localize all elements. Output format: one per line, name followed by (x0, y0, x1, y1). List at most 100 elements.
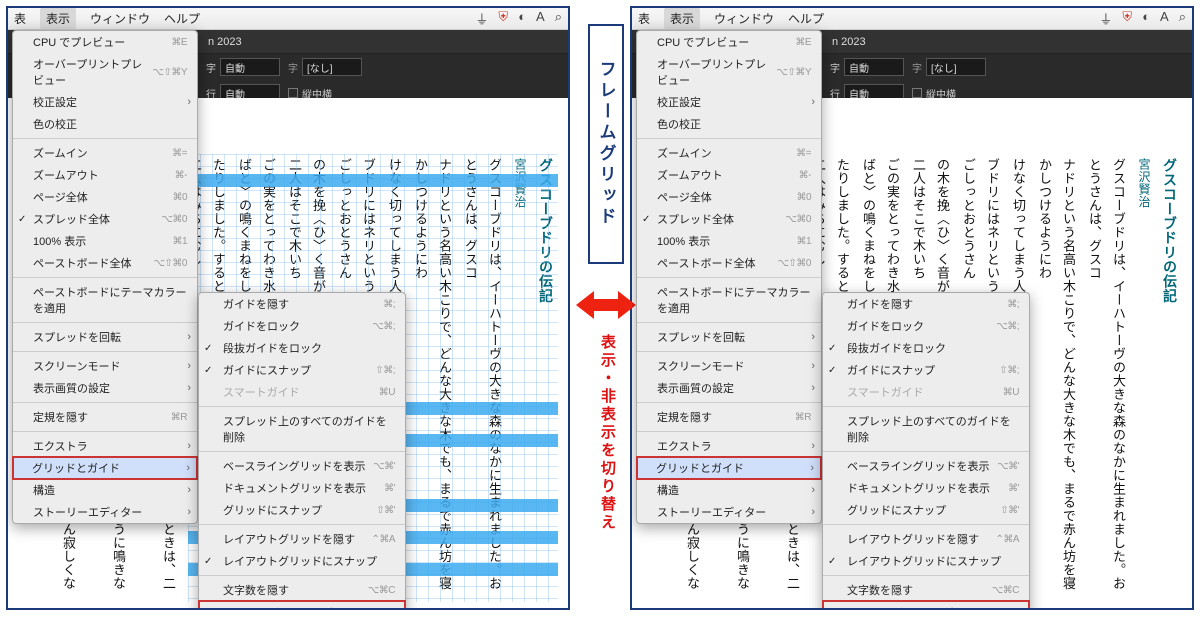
submenu-item[interactable]: ガイドをロック⌥⌘; (199, 315, 405, 337)
menu-item[interactable]: ペーストボード全体⌥⇧⌘0 (637, 252, 821, 274)
menu-item[interactable]: エクストラ› (13, 435, 197, 457)
menu-item[interactable]: ストーリーエディター› (13, 501, 197, 523)
menu-item[interactable]: 校正設定› (13, 91, 197, 113)
dropdown-auto[interactable] (844, 58, 904, 76)
menu-item[interactable]: グリッドとガイド› (12, 456, 198, 480)
menu-item[interactable]: ページ全体⌘0 (637, 186, 821, 208)
chevron-right-icon: › (811, 96, 815, 108)
wifi-icon: ⏚ (1099, 9, 1112, 28)
style-select[interactable] (926, 58, 986, 76)
menu-item[interactable]: 構造› (13, 479, 197, 501)
menu-item[interactable]: ページ全体⌘0 (13, 186, 197, 208)
menu-item[interactable]: グリッドとガイド› (636, 456, 822, 480)
submenu-item[interactable]: グリッドにスナップ⇧⌘' (199, 499, 405, 521)
submenu-item[interactable]: レイアウトグリッドにスナップ (199, 550, 405, 572)
menu-item[interactable]: 表示画質の設定› (637, 377, 821, 399)
menu-item[interactable]: 定規を隠す⌘R (637, 406, 821, 428)
chevron-right-icon: › (811, 440, 815, 452)
menu-item[interactable]: 100% 表示⌘1 (13, 230, 197, 252)
menu-item[interactable]: スプレッド全体⌥⌘0 (637, 208, 821, 230)
chevron-right-icon: › (187, 331, 191, 343)
menu-item[interactable]: ズームイン⌘= (13, 142, 197, 164)
submenu-item-framegrid-toggle[interactable]: フレームグリッドを隠す⇧⌘E (198, 600, 406, 610)
menu-item[interactable]: ストーリーエディター› (637, 501, 821, 523)
menu-item[interactable]: ウィンドウ (714, 10, 774, 27)
submenu-item[interactable]: ガイドを隠す⌘; (199, 293, 405, 315)
submenu-item[interactable]: ガイドにスナップ⇧⌘; (823, 359, 1029, 381)
menu-item[interactable]: 校正設定› (637, 91, 821, 113)
submenu-item[interactable]: レイアウトグリッドを隠す⌃⌘A (823, 528, 1029, 550)
menu-item[interactable]: ペーストボードにテーマカラーを適用 (637, 281, 821, 319)
menu-item[interactable]: 定規を隠す⌘R (13, 406, 197, 428)
menu-item[interactable]: スプレッド全体⌥⌘0 (13, 208, 197, 230)
search-icon: ⌕ (1179, 9, 1186, 28)
menu-item[interactable]: ペーストボード全体⌥⇧⌘0 (13, 252, 197, 274)
menu-item[interactable]: 色の校正 (13, 113, 197, 135)
menu-item[interactable]: スクリーンモード› (13, 355, 197, 377)
menu-item[interactable]: 100% 表示⌘1 (637, 230, 821, 252)
menu-item[interactable]: オーバープリントプレビュー⌥⇧⌘Y (637, 53, 821, 91)
submenu-item[interactable]: レイアウトグリッドにスナップ (823, 550, 1029, 572)
submenu-item[interactable]: レイアウトグリッドを隠す⌃⌘A (199, 528, 405, 550)
menu-item[interactable]: ペーストボードにテーマカラーを適用 (13, 281, 197, 319)
submenu-item[interactable]: ガイドをロック⌥⌘; (823, 315, 1029, 337)
menu-item[interactable]: 表示画質の設定› (13, 377, 197, 399)
mac-menubar: 表 表示 ウィンドウ ヘルプ ⏚ ⛨ ◐ A ⌕ (8, 8, 568, 30)
menu-item[interactable]: CPU でプレビュー⌘E (13, 31, 197, 53)
menu-item[interactable]: エクストラ› (637, 435, 821, 457)
submenu-item[interactable]: ドキュメントグリッドを表示⌘' (199, 477, 405, 499)
submenu-item[interactable]: ガイドにスナップ⇧⌘; (199, 359, 405, 381)
annotation-caption: 表示・非表示を切り替え (594, 334, 618, 532)
menu-item[interactable]: オーバープリントプレビュー⌥⇧⌘Y (13, 53, 197, 91)
menu-item[interactable]: 構造› (637, 479, 821, 501)
shield-icon: ⛨ (1122, 9, 1132, 28)
double-arrow-icon (576, 288, 636, 322)
menu-item[interactable]: ヘルプ (164, 10, 200, 27)
submenu-item[interactable]: 段抜ガイドをロック (199, 337, 405, 359)
submenu-item[interactable]: ベースライングリッドを表示⌥⌘' (199, 455, 405, 477)
menu-item[interactable]: スプレッドを回転› (637, 326, 821, 348)
menu-item[interactable]: スプレッドを回転› (13, 326, 197, 348)
menu-item[interactable]: ズームイン⌘= (637, 142, 821, 164)
grid-guide-submenu: ガイドを隠す⌘;ガイドをロック⌥⌘;段抜ガイドをロックガイドにスナップ⇧⌘;スマ… (822, 292, 1030, 610)
chevron-right-icon: › (187, 382, 191, 394)
menu-item-view[interactable]: 表示 (40, 8, 76, 29)
chevron-right-icon: › (186, 462, 190, 474)
doc-author: 宮沢賢治 (1132, 154, 1156, 602)
submenu-item[interactable]: グリッドにスナップ⇧⌘' (823, 499, 1029, 521)
grid-guide-submenu: ガイドを隠す⌘;ガイドをロック⌥⌘;段抜ガイドをロックガイドにスナップ⇧⌘;スマ… (198, 292, 406, 610)
submenu-item[interactable]: ベースライングリッドを表示⌥⌘' (823, 455, 1029, 477)
dropdown-auto[interactable] (220, 58, 280, 76)
submenu-item[interactable]: スプレッド上のすべてのガイドを削除 (199, 410, 405, 448)
submenu-item[interactable]: 文字数を隠す⌥⌘C (199, 579, 405, 601)
menu-item[interactable]: ズームアウト⌘- (637, 164, 821, 186)
submenu-item-framegrid-toggle[interactable]: フレームグリッドを表示⇧⌘E (822, 600, 1030, 610)
menu-item[interactable]: ウィンドウ (90, 10, 150, 27)
menu-item[interactable]: 表 (638, 10, 650, 27)
menu-item[interactable]: ズームアウト⌘- (13, 164, 197, 186)
chevron-right-icon: › (187, 360, 191, 372)
chevron-right-icon: › (811, 382, 815, 394)
menu-item[interactable]: スクリーンモード› (637, 355, 821, 377)
checkbox-tatechuyoko[interactable] (288, 88, 298, 98)
submenu-item[interactable]: ドキュメントグリッドを表示⌘' (823, 477, 1029, 499)
menu-item[interactable]: 色の校正 (637, 113, 821, 135)
chevron-right-icon: › (811, 331, 815, 343)
text-icon: A (536, 9, 545, 28)
doc-title: グスコーブドリの伝記 (534, 154, 558, 602)
submenu-item[interactable]: ガイドを隠す⌘; (823, 293, 1029, 315)
annotation-label-box: フレームグリッド (588, 24, 624, 264)
menu-item[interactable]: CPU でプレビュー⌘E (637, 31, 821, 53)
style-select[interactable] (302, 58, 362, 76)
submenu-item[interactable]: 段抜ガイドをロック (823, 337, 1029, 359)
menu-item[interactable]: ヘルプ (788, 10, 824, 27)
menu-item-view[interactable]: 表示 (664, 8, 700, 29)
menu-item[interactable]: 表 (14, 10, 26, 27)
submenu-item[interactable]: 文字数を隠す⌥⌘C (823, 579, 1029, 601)
submenu-item[interactable]: スプレッド上のすべてのガイドを削除 (823, 410, 1029, 448)
view-menu-dropdown: CPU でプレビュー⌘Eオーバープリントプレビュー⌥⇧⌘Y校正設定›色の校正ズー… (636, 30, 822, 524)
doc-body-column: グスコーブドリは、イーハトーヴの大きな森のなかに生まれました。おとうさんは、グス… (1082, 154, 1130, 602)
chevron-right-icon: › (187, 96, 191, 108)
chevron-right-icon: › (810, 462, 814, 474)
checkbox-tatechuyoko[interactable] (912, 88, 922, 98)
